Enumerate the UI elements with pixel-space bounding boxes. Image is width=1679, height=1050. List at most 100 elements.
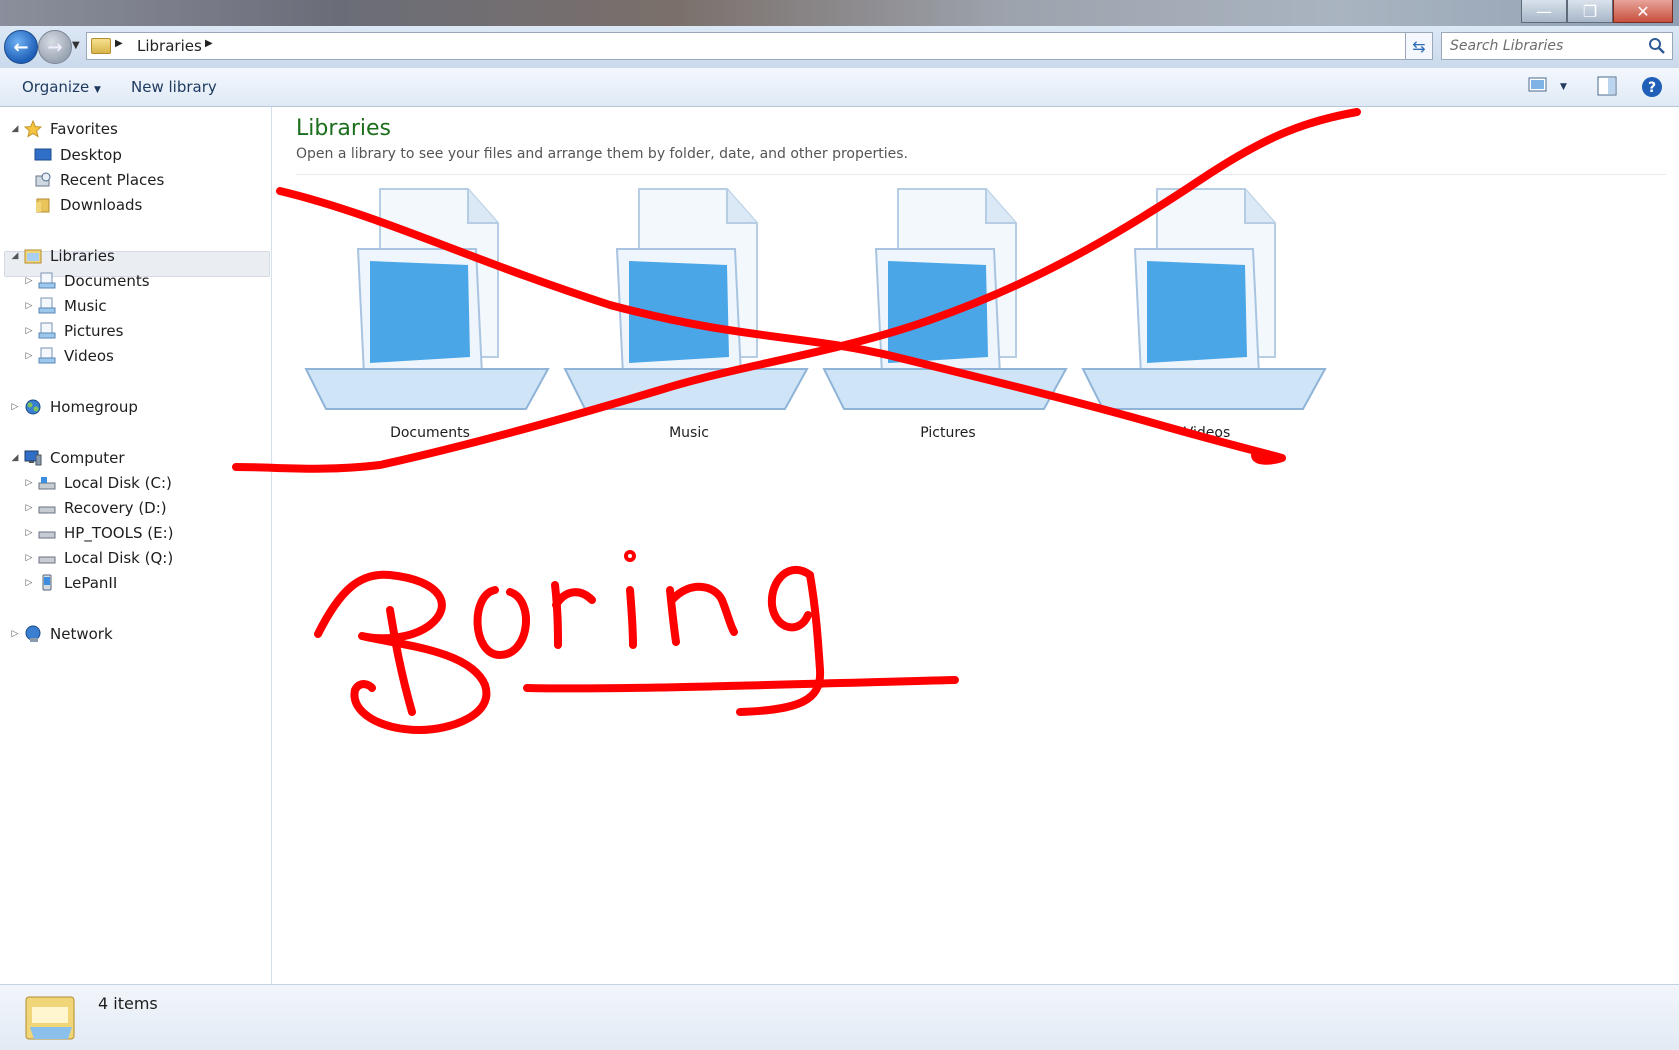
title-bar: — ❐ ✕ bbox=[0, 0, 1679, 26]
collapsed-triangle-icon[interactable]: ▷ bbox=[8, 402, 22, 412]
system-drive-icon bbox=[38, 477, 56, 490]
breadcrumb-libraries[interactable]: Libraries bbox=[137, 37, 202, 55]
item-count: 4 items bbox=[98, 994, 158, 1013]
videos-library-icon bbox=[1081, 188, 1327, 410]
library-tile-documents[interactable]: Documents bbox=[300, 187, 560, 449]
nav-item-videos[interactable]: ▷ Videos bbox=[22, 345, 114, 367]
desktop-icon bbox=[34, 148, 52, 161]
search-icon[interactable] bbox=[1648, 37, 1666, 55]
nav-item-label: Recent Places bbox=[60, 171, 165, 189]
search-input[interactable]: Search Libraries bbox=[1441, 32, 1673, 60]
collapsed-triangle-icon[interactable]: ▷ bbox=[22, 553, 36, 563]
network-icon bbox=[25, 625, 41, 642]
nav-item-desktop[interactable]: Desktop bbox=[32, 144, 122, 166]
recent-pages-dropdown-icon[interactable]: ▼ bbox=[72, 40, 80, 51]
nav-favorites-label: Favorites bbox=[50, 120, 118, 138]
collapsed-triangle-icon[interactable]: ▷ bbox=[22, 351, 36, 361]
close-button[interactable]: ✕ bbox=[1613, 0, 1673, 23]
command-bar: Organize ▼ New library ▼ ? bbox=[0, 68, 1679, 107]
nav-item-documents[interactable]: ▷ Documents bbox=[22, 270, 150, 292]
forward-button[interactable]: → bbox=[38, 30, 72, 64]
organize-button[interactable]: Organize ▼ bbox=[22, 78, 101, 96]
nav-homegroup[interactable]: ▷ Homegroup bbox=[8, 396, 138, 418]
address-row: ← → ▼ ▶ Libraries ▶ ▼ ⇆ Search Libraries bbox=[0, 26, 1679, 68]
pictures-library-icon bbox=[38, 322, 56, 339]
page-subtitle: Open a library to see your files and arr… bbox=[296, 146, 908, 162]
nav-item-label: Videos bbox=[64, 347, 114, 365]
nav-item-lepanii[interactable]: ▷ LePanII bbox=[22, 572, 118, 594]
organize-label: Organize bbox=[22, 78, 90, 96]
search-placeholder: Search Libraries bbox=[1450, 38, 1564, 54]
library-tile-pictures[interactable]: Pictures bbox=[818, 187, 1078, 449]
nav-item-music[interactable]: ▷ Music bbox=[22, 295, 107, 317]
drive-icon bbox=[38, 506, 56, 514]
address-bar[interactable]: ▶ Libraries ▶ ▼ bbox=[86, 32, 1431, 60]
window-controls: — ❐ ✕ bbox=[1521, 0, 1673, 23]
nav-item-hp-tools-e[interactable]: ▷ HP_TOOLS (E:) bbox=[22, 522, 174, 544]
libraries-folder-icon bbox=[25, 996, 75, 1040]
change-view-icon[interactable] bbox=[1528, 76, 1548, 94]
help-icon[interactable]: ? bbox=[1641, 76, 1663, 98]
collapsed-triangle-icon[interactable]: ▷ bbox=[8, 629, 22, 639]
nav-network[interactable]: ▷ Network bbox=[8, 623, 113, 645]
library-tile-videos[interactable]: Videos bbox=[1077, 187, 1337, 449]
nav-libraries-label: Libraries bbox=[50, 247, 115, 265]
library-tile-music[interactable]: Music bbox=[559, 187, 819, 449]
restore-button[interactable]: ❐ bbox=[1567, 0, 1613, 23]
nav-homegroup-label: Homegroup bbox=[50, 398, 138, 416]
drive-icon bbox=[38, 556, 56, 564]
library-label: Music bbox=[669, 425, 709, 441]
libraries-folder-icon bbox=[91, 38, 111, 54]
nav-network-label: Network bbox=[50, 625, 113, 643]
nav-item-label: HP_TOOLS (E:) bbox=[64, 524, 174, 542]
new-library-button[interactable]: New library bbox=[131, 78, 217, 96]
recent-places-icon bbox=[35, 172, 51, 187]
nav-item-label: Pictures bbox=[64, 322, 124, 340]
collapsed-triangle-icon[interactable]: ▷ bbox=[22, 326, 36, 336]
collapsed-triangle-icon[interactable]: ▷ bbox=[22, 478, 36, 488]
refresh-icon: ⇆ bbox=[1412, 36, 1426, 56]
expanded-triangle-icon[interactable]: ◢ bbox=[8, 124, 22, 134]
library-label: Pictures bbox=[920, 425, 976, 441]
library-label: Documents bbox=[390, 425, 470, 441]
nav-item-recent-places[interactable]: Recent Places bbox=[32, 169, 164, 191]
content-pane: Libraries Open a library to see your fil… bbox=[272, 107, 1679, 984]
music-library-icon bbox=[38, 297, 56, 314]
nav-item-label: Local Disk (Q:) bbox=[64, 549, 174, 567]
collapsed-triangle-icon[interactable]: ▷ bbox=[22, 503, 36, 513]
nav-item-local-disk-q[interactable]: ▷ Local Disk (Q:) bbox=[22, 547, 174, 569]
nav-item-pictures[interactable]: ▷ Pictures bbox=[22, 320, 124, 342]
view-options-dropdown-icon[interactable]: ▼ bbox=[1560, 82, 1567, 92]
nav-computer[interactable]: ◢ Computer bbox=[8, 447, 125, 469]
nav-item-local-disk-c[interactable]: ▷ Local Disk (C:) bbox=[22, 472, 172, 494]
libraries-folder-icon bbox=[24, 249, 42, 264]
expanded-triangle-icon[interactable]: ◢ bbox=[8, 251, 22, 261]
collapsed-triangle-icon[interactable]: ▷ bbox=[22, 528, 36, 538]
nav-libraries[interactable]: ◢ Libraries bbox=[8, 245, 115, 267]
documents-library-icon bbox=[304, 188, 550, 410]
collapsed-triangle-icon[interactable]: ▷ bbox=[22, 301, 36, 311]
drive-icon bbox=[38, 531, 56, 539]
nav-computer-label: Computer bbox=[50, 449, 125, 467]
nav-item-label: LePanII bbox=[64, 574, 118, 592]
pictures-library-icon bbox=[822, 188, 1068, 410]
navigation-pane: ◢ Favorites Desktop Recent Places Downlo… bbox=[0, 107, 272, 984]
nav-item-label: Recovery (D:) bbox=[64, 499, 167, 517]
breadcrumb-chevron-icon[interactable]: ▶ bbox=[205, 38, 213, 49]
expanded-triangle-icon[interactable]: ◢ bbox=[8, 453, 22, 463]
nav-item-downloads[interactable]: Downloads bbox=[32, 194, 142, 216]
nav-favorites[interactable]: ◢ Favorites bbox=[8, 118, 118, 140]
collapsed-triangle-icon[interactable]: ▷ bbox=[22, 578, 36, 588]
collapsed-triangle-icon[interactable]: ▷ bbox=[22, 276, 36, 286]
minimize-button[interactable]: — bbox=[1521, 0, 1567, 23]
status-bar: 4 items bbox=[0, 984, 1679, 1050]
page-title: Libraries bbox=[296, 116, 392, 141]
preview-pane-icon[interactable] bbox=[1597, 76, 1617, 96]
nav-item-recovery-d[interactable]: ▷ Recovery (D:) bbox=[22, 497, 167, 519]
forward-arrow-icon: → bbox=[47, 36, 63, 58]
nav-item-label: Downloads bbox=[60, 196, 143, 214]
back-arrow-icon: ← bbox=[13, 36, 29, 58]
back-button[interactable]: ← bbox=[4, 30, 38, 64]
refresh-button[interactable]: ⇆ bbox=[1405, 32, 1433, 60]
breadcrumb-chevron-icon[interactable]: ▶ bbox=[115, 38, 123, 49]
